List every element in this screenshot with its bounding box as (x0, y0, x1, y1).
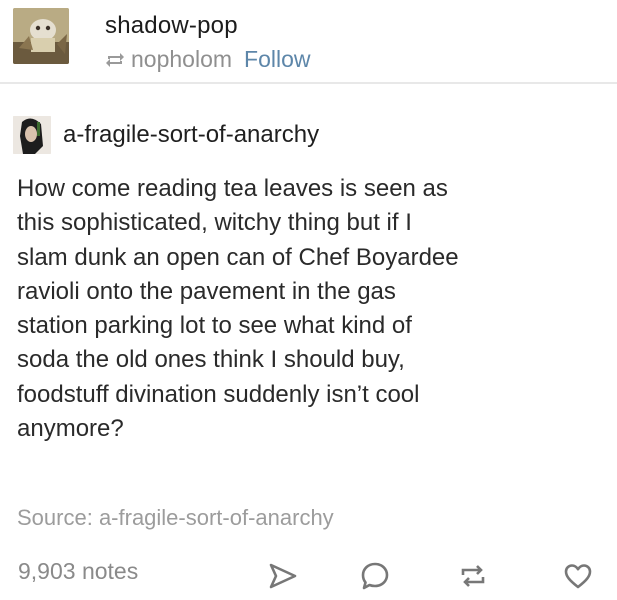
heart-icon[interactable] (560, 558, 596, 594)
source-link[interactable]: a-fragile-sort-of-anarchy (99, 505, 334, 530)
post-body-line: ravioli onto the pavement in the gas (17, 277, 396, 305)
divider (0, 82, 617, 84)
share-icon[interactable] (265, 558, 301, 594)
blog-name-link[interactable]: shadow-pop (105, 12, 238, 40)
reblog-source: nopholom Follow (105, 46, 311, 73)
post-body-line: this sophisticated, witchy thing but if … (17, 209, 412, 237)
reblogged-from-link[interactable]: nopholom (131, 46, 232, 73)
post-source: Source: a-fragile-sort-of-anarchy (17, 505, 334, 531)
blog-avatar-icon[interactable] (13, 8, 69, 64)
post-footer: 9,903 notes (0, 558, 617, 600)
post-body-line: foodstuff divination suddenly isn’t cool (17, 380, 420, 408)
author-avatar-icon[interactable] (13, 116, 51, 154)
post-body-line: slam dunk an open can of Chef Boyardee (17, 243, 459, 271)
reblog-small-icon (105, 51, 125, 69)
post-body-line: station parking lot to see what kind of (17, 312, 412, 340)
author-name-link[interactable]: a-fragile-sort-of-anarchy (63, 121, 319, 149)
reblog-icon[interactable] (455, 558, 491, 594)
follow-button[interactable]: Follow (244, 46, 310, 73)
reply-icon[interactable] (357, 558, 393, 594)
reblog-header: shadow-pop nopholom Follow (13, 8, 603, 73)
post-body-line: soda the old ones think I should buy, (17, 346, 405, 374)
post-body-line: anymore? (17, 415, 124, 443)
notes-count[interactable]: 9,903 notes (18, 558, 138, 585)
post-body-line: How come reading tea leaves is seen as (17, 175, 448, 202)
post-body: How come reading tea leaves is seen as t… (17, 172, 607, 446)
post-author-row: a-fragile-sort-of-anarchy (13, 115, 319, 155)
source-label: Source: (17, 505, 99, 530)
